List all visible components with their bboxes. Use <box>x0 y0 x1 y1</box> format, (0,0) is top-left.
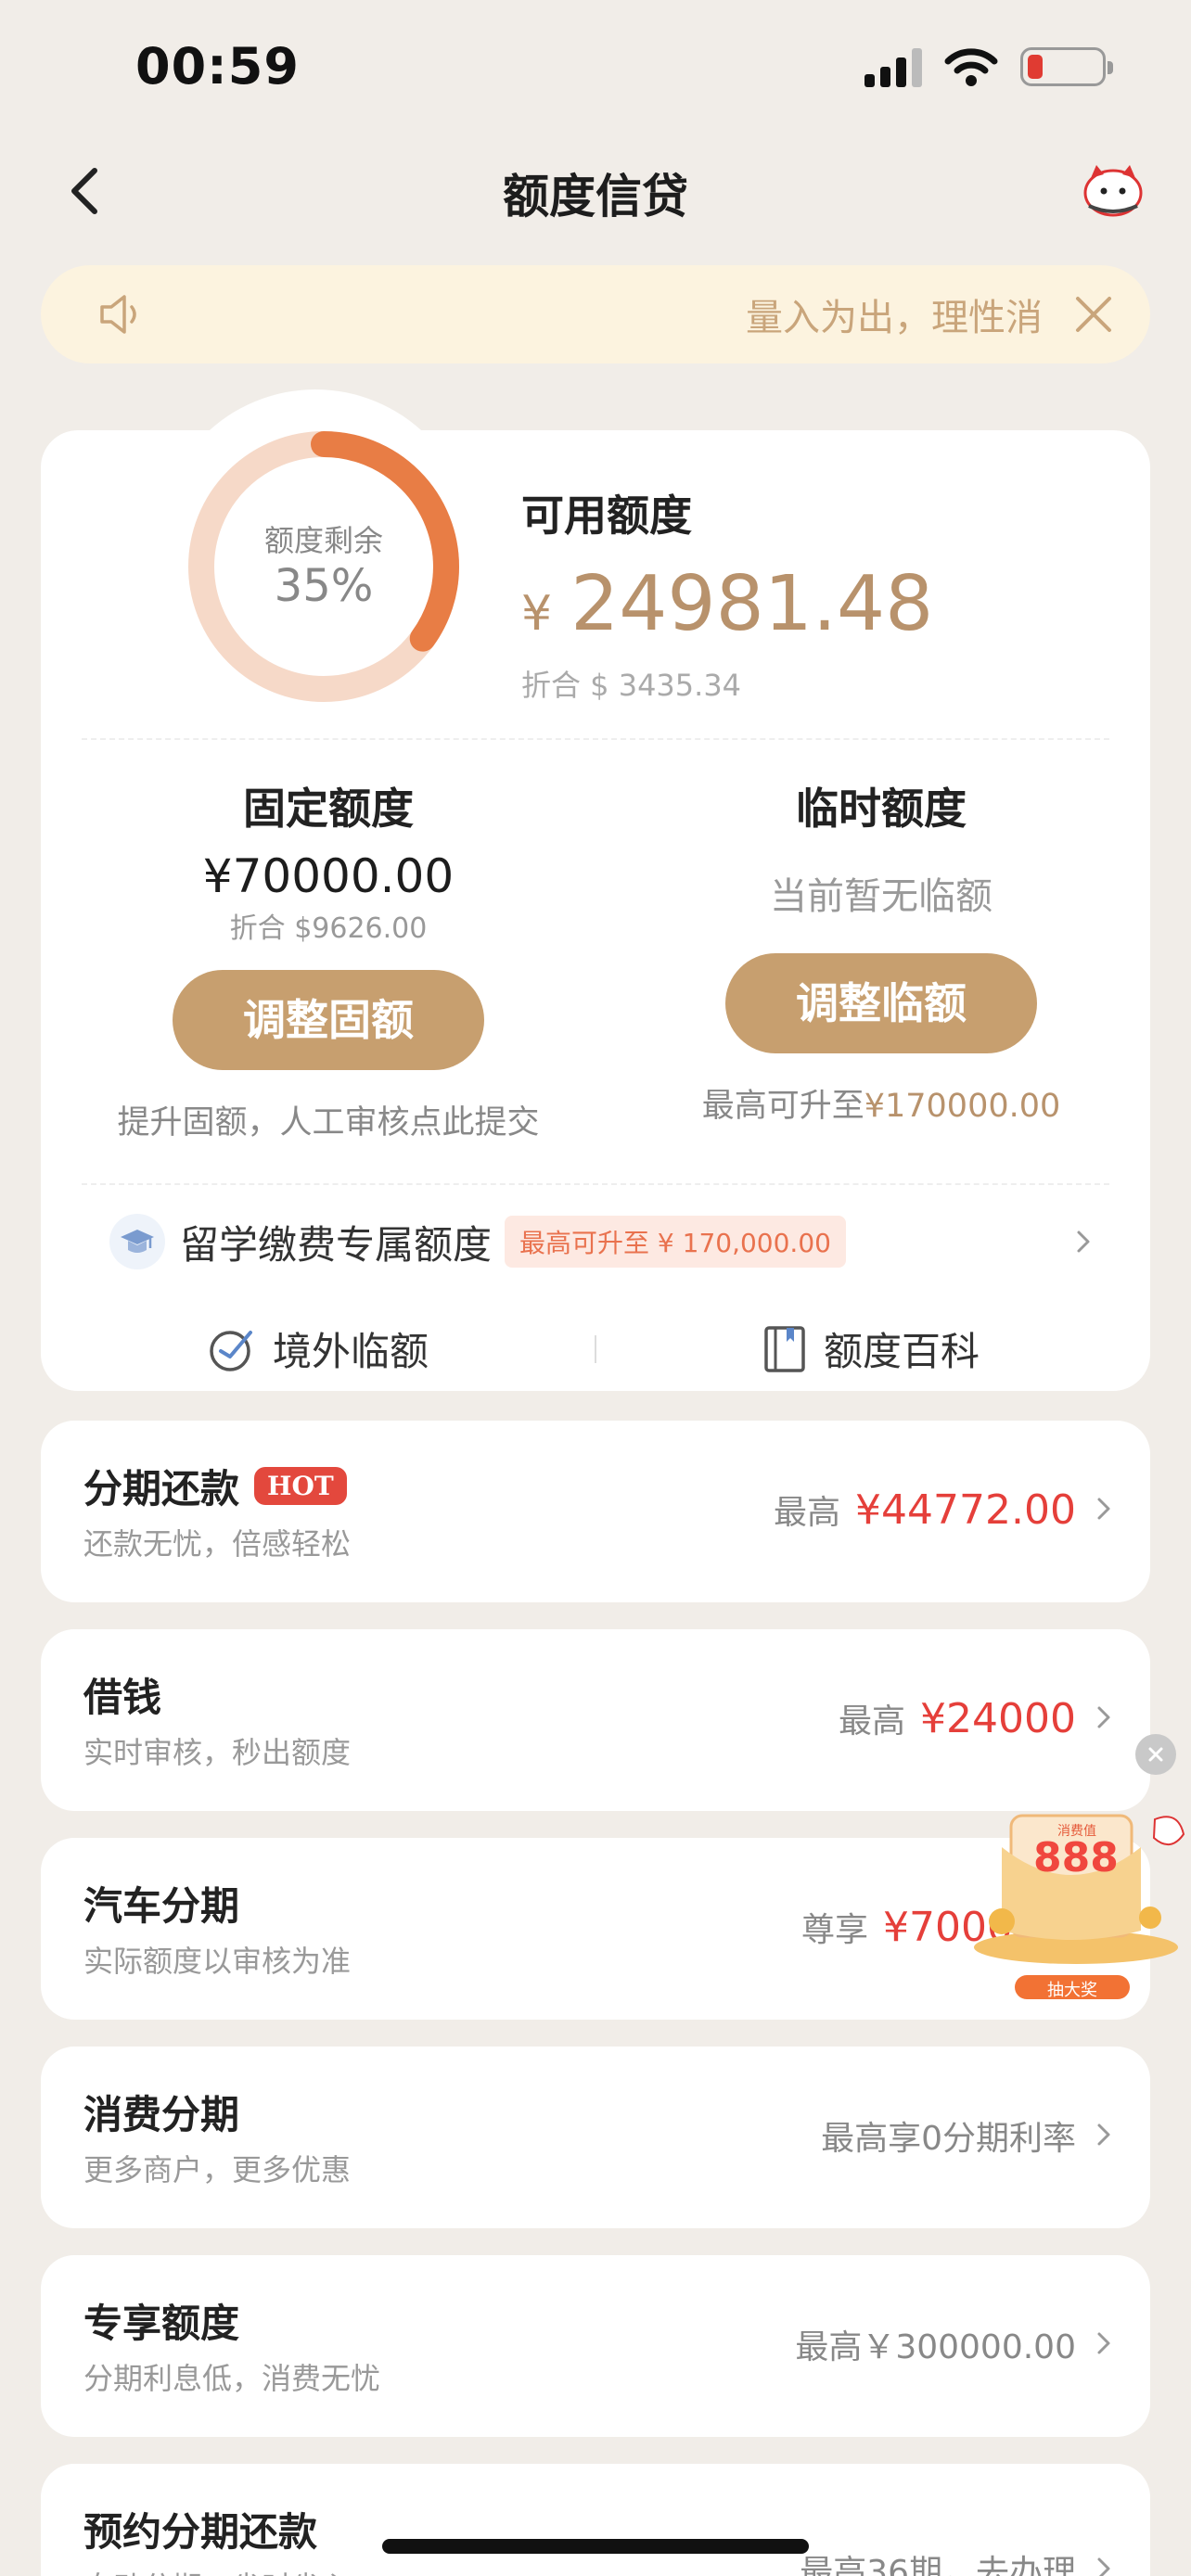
mascot-icon[interactable] <box>1080 159 1146 219</box>
divider <box>82 1183 1109 1185</box>
available-amount-value: 24981.48 <box>570 560 934 648</box>
study-abroad-label: 留学缴费专属额度 <box>180 1221 493 1268</box>
product-subtitle: 实时审核，秒出额度 <box>83 1735 352 1770</box>
product-value-prefix: 最高￥300000.00 <box>795 2328 1076 2366</box>
home-indicator <box>382 2539 809 2554</box>
product-value: 最高 ¥24000 <box>839 1694 1076 1742</box>
product-value-prefix: 最高 <box>774 1494 841 1532</box>
lucky-draw-promo[interactable]: 消费值 888 抽大奖 <box>965 1745 1191 2005</box>
product-value: 最高 ¥44772.00 <box>774 1486 1076 1534</box>
promo-number: 888 <box>1033 1834 1119 1881</box>
status-time: 00:59 <box>135 37 300 96</box>
fixed-credit-usd: 折合 $9626.00 <box>229 912 428 945</box>
chevron-right-icon <box>1097 2557 1110 2576</box>
available-credit-title: 可用额度 <box>521 491 692 541</box>
chevron-right-icon <box>1077 1231 1090 1253</box>
product-title: 分期还款 HOT <box>83 1458 347 1514</box>
link-divider <box>595 1335 596 1363</box>
adjust-fixed-credit-button[interactable]: 调整固额 <box>173 970 484 1070</box>
product-card-exclusive-credit[interactable]: 专享额度 分期利息低，消费无忧 最高￥300000.00 <box>41 2255 1150 2437</box>
fixed-credit-hint[interactable]: 提升固额，人工审核点此提交 <box>69 1096 588 1143</box>
battery-icon <box>1020 47 1113 86</box>
hot-badge: HOT <box>254 1467 347 1505</box>
product-value: 最高￥300000.00 <box>795 2320 1076 2368</box>
divider <box>82 738 1109 740</box>
temporary-hint-prefix: 最高可升至 <box>701 1088 864 1125</box>
temporary-credit-status: 当前暂无临额 <box>770 875 992 918</box>
study-abroad-credit-row[interactable]: 留学缴费专属额度 最高可升至 ¥ 170,000.00 <box>109 1211 1093 1272</box>
close-icon[interactable] <box>1072 293 1115 336</box>
chevron-right-icon <box>1097 1706 1110 1728</box>
product-value-prefix: 最高享0分期利率 <box>821 2120 1076 2158</box>
product-value-prefix: 最高 <box>839 1702 906 1741</box>
fixed-credit-title: 固定额度 <box>243 784 414 834</box>
product-title: 预约分期还款 <box>83 2509 318 2555</box>
available-credit-amount: ¥24981.48 <box>521 560 933 648</box>
notice-text: 量入为出，理性消费 <box>746 297 1043 339</box>
adjust-temporary-credit-button[interactable]: 调整临额 <box>725 953 1037 1053</box>
product-value: 最高36期，去办理 <box>800 2545 1076 2576</box>
status-bar: 00:59 <box>0 0 1191 139</box>
product-subtitle: 实际额度以审核为准 <box>83 1944 352 1979</box>
wifi-icon <box>944 48 998 86</box>
fixed-credit-column: 固定额度 ¥70000.00 折合 $9626.00 调整固额 提升固额，人工审… <box>69 775 588 1143</box>
product-card-installment-repayment[interactable]: 分期还款 HOT 还款无忧，倍感轻松 最高 ¥44772.00 <box>41 1421 1150 1602</box>
product-value-prefix: 最高36期，去办理 <box>800 2554 1076 2576</box>
product-value-amount: ¥24000 <box>920 1695 1076 1742</box>
currency-symbol: ¥ <box>521 586 553 642</box>
ring-label: 额度剩余 <box>263 523 383 558</box>
temporary-credit-title: 临时额度 <box>796 784 967 834</box>
product-value-amount: ¥44772.00 <box>855 1486 1076 1534</box>
overseas-temp-credit-link[interactable]: 境外临额 <box>208 1320 429 1377</box>
product-title: 借钱 <box>83 1675 162 1720</box>
remaining-ring: 额度剩余 35% <box>180 423 467 710</box>
overseas-temp-credit-label: 境外临额 <box>273 1329 429 1374</box>
nav-bar: 额度信贷 <box>0 139 1191 241</box>
credit-wiki-link[interactable]: 额度百科 <box>762 1320 980 1377</box>
product-title: 专享额度 <box>83 2301 240 2346</box>
temporary-hint-amount: ¥170000.00 <box>864 1088 1061 1125</box>
chevron-right-icon <box>1097 2332 1110 2354</box>
chevron-right-icon <box>1097 2123 1110 2146</box>
notice-bar: 量入为出，理性消费 <box>41 265 1150 363</box>
fixed-credit-amount: ¥70000.00 <box>202 849 455 903</box>
temporary-credit-column: 临时额度 当前暂无临额 调整临额 最高可升至¥170000.00 <box>621 775 1141 1127</box>
airplane-globe-icon <box>210 1330 252 1371</box>
chevron-right-icon <box>1097 1498 1110 1520</box>
graduation-cap-icon <box>109 1214 165 1269</box>
product-subtitle: 还款无忧，倍感轻松 <box>83 1526 352 1562</box>
product-subtitle: 自动分期，省时省心 <box>83 2564 351 2576</box>
ring-value: 35% <box>274 560 374 612</box>
credit-summary-card: 额度剩余 35% 可用额度 ¥24981.48 折合 $ 3435.34 固定额… <box>41 430 1150 1391</box>
quick-links: 境外临额 额度百科 <box>41 1320 1150 1385</box>
speaker-icon <box>100 295 136 334</box>
product-card-consumer-installment[interactable]: 消费分期 更多商户，更多优惠 最高享0分期利率 <box>41 2047 1150 2228</box>
promo-button-label[interactable]: 抽大奖 <box>1015 1977 1130 2001</box>
available-credit-usd: 折合 $ 3435.34 <box>521 668 742 703</box>
credit-wiki-label: 额度百科 <box>824 1329 980 1374</box>
temporary-credit-hint[interactable]: 最高可升至¥170000.00 <box>621 1079 1141 1127</box>
book-icon <box>764 1325 805 1372</box>
product-title-text: 分期还款 <box>83 1466 240 1511</box>
status-icons <box>864 46 1113 87</box>
product-value: 最高享0分期利率 <box>821 2111 1076 2160</box>
cellular-signal-icon <box>864 46 922 87</box>
study-abroad-badge: 最高可升至 ¥ 170,000.00 <box>505 1216 846 1268</box>
product-title: 消费分期 <box>83 2092 240 2137</box>
page-title: 额度信贷 <box>503 170 688 223</box>
product-subtitle: 更多商户，更多优惠 <box>83 2152 352 2187</box>
product-subtitle: 分期利息低，消费无忧 <box>83 2361 381 2396</box>
product-card-scheduled-installment[interactable]: 预约分期还款 自动分期，省时省心 最高36期，去办理 <box>41 2464 1150 2576</box>
product-title: 汽车分期 <box>83 1883 240 1929</box>
product-value-prefix: 尊享 <box>801 1911 869 1949</box>
